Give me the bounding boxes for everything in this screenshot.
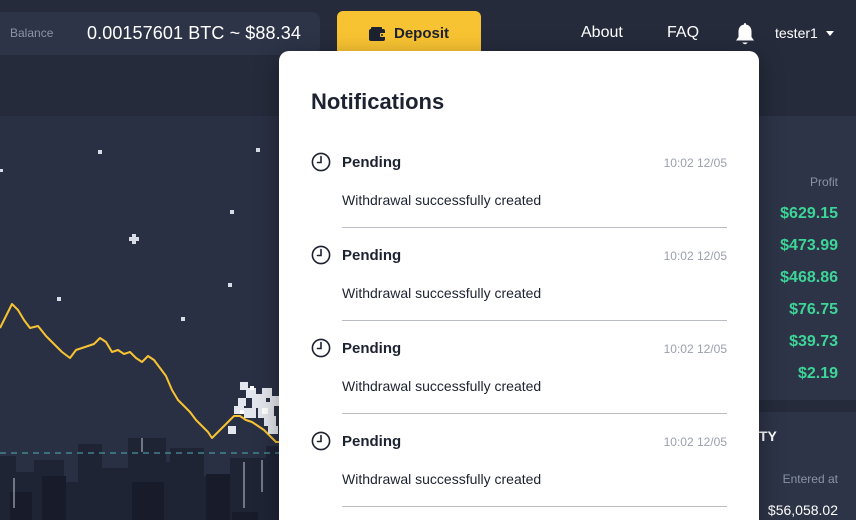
username: tester1	[775, 25, 818, 41]
caret-down-icon	[825, 30, 834, 36]
notification-message: Withdrawal successfully created	[342, 285, 542, 301]
balance-box: Balance 0.00157601 BTC ~ $88.34	[0, 12, 320, 55]
divider	[342, 227, 727, 228]
notification-status: Pending	[342, 340, 402, 357]
clock-icon	[311, 338, 331, 358]
profit-value: $76.75	[789, 301, 838, 318]
wallet-icon	[368, 26, 386, 41]
notification-message: Withdrawal successfully created	[342, 378, 542, 394]
notification-item[interactable]: Pending 10:02 12/05 Withdrawal successfu…	[311, 338, 727, 431]
entries-title: TY	[759, 428, 777, 444]
bell-icon[interactable]	[735, 23, 755, 46]
balance-value: 0.00157601 BTC ~ $88.34	[87, 23, 301, 43]
notification-status: Pending	[342, 154, 402, 171]
clock-icon	[311, 245, 331, 265]
notification-time: 10:02 12/05	[663, 435, 727, 449]
entered-at-value: $56,058.02	[767, 502, 838, 518]
notification-time: 10:02 12/05	[663, 342, 727, 356]
notification-status: Pending	[342, 247, 402, 264]
notification-item[interactable]: Pending 10:02 12/05 Withdrawal successfu…	[311, 152, 727, 245]
price-line	[0, 303, 280, 443]
divider	[342, 506, 727, 507]
notification-status: Pending	[342, 433, 402, 450]
divider	[342, 320, 727, 321]
profit-value: $473.99	[780, 237, 838, 254]
profit-value: $629.15	[780, 205, 838, 222]
notification-message: Withdrawal successfully created	[342, 471, 542, 487]
clock-icon	[311, 431, 331, 451]
notification-item[interactable]: Pending 10:02 12/05 Withdrawal successfu…	[311, 245, 727, 338]
notification-time: 10:02 12/05	[663, 156, 727, 170]
profit-value: $468.86	[780, 269, 838, 286]
stars	[0, 148, 260, 321]
notification-message: Withdrawal successfully created	[342, 192, 542, 208]
notification-item[interactable]: Pending 10:02 12/05 Withdrawal successfu…	[311, 431, 727, 520]
user-menu[interactable]: tester1	[775, 25, 834, 41]
balance-label: Balance	[10, 26, 54, 40]
clock-icon	[311, 152, 331, 172]
notifications-title: Notifications	[311, 89, 445, 114]
entered-at-header: Entered at	[782, 472, 838, 486]
deposit-label: Deposit	[393, 25, 449, 42]
profit-header: Profit	[809, 175, 838, 189]
profit-value: $39.73	[789, 333, 838, 350]
nav-faq-link[interactable]: FAQ	[667, 24, 699, 42]
nav-about-link[interactable]: About	[581, 24, 623, 42]
game-panel	[0, 116, 300, 520]
notification-time: 10:02 12/05	[663, 249, 727, 263]
profit-value: $2.19	[797, 365, 838, 382]
divider	[342, 413, 727, 414]
deposit-button[interactable]: Deposit	[337, 11, 481, 56]
game-scene	[0, 148, 300, 520]
notifications-dropdown: Notifications Pending 10:02 12/05 Withdr…	[279, 51, 759, 520]
